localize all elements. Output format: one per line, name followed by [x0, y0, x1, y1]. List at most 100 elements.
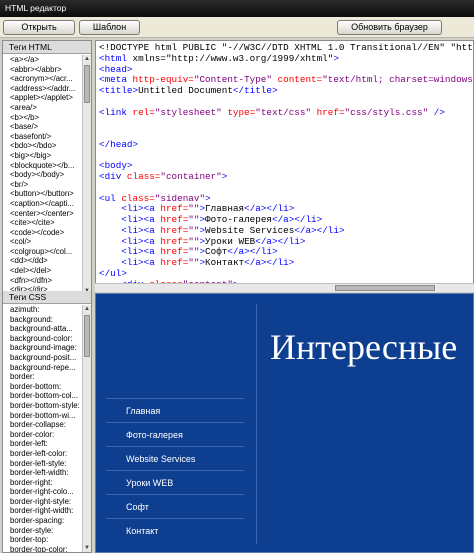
html-tag-item[interactable]: <bdo></bdo>: [10, 141, 82, 151]
css-tag-item[interactable]: border-bottom-col...: [10, 391, 82, 401]
html-tag-item[interactable]: <br/>: [10, 180, 82, 190]
code-text[interactable]: <!DOCTYPE html PUBLIC "-//W3C//DTD XHTML…: [99, 42, 473, 284]
html-tag-item[interactable]: <b></b>: [10, 113, 82, 123]
code-token: Website Services: [205, 224, 295, 236]
css-tag-item[interactable]: border-bottom:: [10, 382, 82, 392]
html-tag-item[interactable]: <body></body>: [10, 170, 82, 180]
html-tag-item[interactable]: <del></del>: [10, 266, 82, 276]
html-tags-list: <a></a> <abbr></abbr> <acronym></acr... <ad…: [3, 55, 82, 295]
css-tag-item[interactable]: border-spacing:: [10, 516, 82, 526]
scroll-thumb[interactable]: [84, 315, 90, 357]
css-tag-item[interactable]: border:: [10, 372, 82, 382]
html-tag-item[interactable]: <a></a>: [10, 55, 82, 65]
code-token: <div: [99, 171, 127, 182]
css-tags-scrollbar[interactable]: ▲ ▼: [82, 305, 91, 552]
code-token: </a></li>: [272, 214, 323, 225]
code-line: <title>Untitled Document</title>: [99, 85, 473, 97]
code-token: <li><a: [99, 203, 161, 215]
css-tag-item[interactable]: border-right-width:: [10, 506, 82, 516]
template-button[interactable]: Шаблон: [79, 20, 140, 35]
html-tag-item[interactable]: <base/>: [10, 122, 82, 132]
code-token: <title>: [99, 85, 139, 96]
code-token: </ul>: [99, 267, 127, 279]
scroll-up-icon[interactable]: ▲: [83, 305, 91, 313]
html-tag-item[interactable]: <dd></dd>: [10, 256, 82, 266]
css-tag-item[interactable]: background-repe...: [10, 363, 82, 373]
html-tag-item[interactable]: <big></big>: [10, 151, 82, 161]
css-tag-item[interactable]: border-collapse:: [10, 420, 82, 430]
code-editor[interactable]: <!DOCTYPE html PUBLIC "-//W3C//DTD XHTML…: [95, 40, 474, 285]
css-tag-item[interactable]: border-left-width:: [10, 468, 82, 478]
code-token: </a></li>: [294, 224, 345, 236]
scroll-thumb[interactable]: [84, 65, 90, 103]
preview-nav-link[interactable]: Фото-галерея: [106, 422, 244, 446]
css-tag-item[interactable]: border-top-color:: [10, 545, 82, 552]
code-token: rel=: [132, 106, 155, 118]
preview-nav-link[interactable]: Главная: [106, 398, 244, 422]
code-token: href=: [160, 203, 189, 215]
html-tag-item[interactable]: <code></code>: [10, 228, 82, 238]
scroll-up-icon[interactable]: ▲: [83, 55, 91, 63]
editor-horizontal-scrollbar[interactable]: [95, 283, 474, 292]
code-token: "text/css": [255, 106, 317, 118]
toolbar: Открыть Шаблон Обновить браузер: [0, 17, 474, 38]
css-tag-item[interactable]: border-bottom-style:: [10, 401, 82, 411]
code-token: "sidenav": [154, 192, 206, 204]
css-tag-item[interactable]: border-bottom-wi...: [10, 411, 82, 421]
css-tag-item[interactable]: background-color:: [10, 334, 82, 344]
html-tag-item[interactable]: <center></center>: [10, 209, 82, 219]
css-tag-item[interactable]: background:: [10, 315, 82, 325]
css-tag-item[interactable]: border-left:: [10, 439, 82, 449]
html-tag-item[interactable]: <dfn></dfn>: [10, 276, 82, 286]
scroll-down-icon[interactable]: ▼: [83, 544, 91, 552]
refresh-browser-button[interactable]: Обновить браузер: [337, 20, 442, 35]
code-token: >: [205, 192, 211, 204]
css-tag-item[interactable]: background-posit...: [10, 353, 82, 363]
css-tag-item[interactable]: border-left-color:: [10, 449, 82, 459]
html-tag-item[interactable]: <abbr></abbr>: [10, 65, 82, 75]
code-token: "": [188, 214, 200, 225]
open-button[interactable]: Открыть: [3, 20, 75, 35]
code-token: href=: [160, 214, 189, 225]
code-token: "Content-Type": [193, 74, 278, 86]
preview-nav-link[interactable]: Уроки WEB: [106, 470, 244, 494]
html-tag-item[interactable]: <address></addr...: [10, 84, 82, 94]
html-tags-scrollbar[interactable]: ▲ ▼: [82, 55, 91, 295]
css-tag-item[interactable]: background-image:: [10, 343, 82, 353]
preview-divider: [256, 304, 257, 544]
css-tag-item[interactable]: border-style:: [10, 526, 82, 536]
code-token: <li><a: [99, 224, 161, 236]
code-token: href=: [160, 257, 189, 268]
css-tag-item[interactable]: azimuth:: [10, 305, 82, 315]
preview-sidenav: Главная Фото-галерея Website Services Уроки…: [106, 398, 244, 542]
code-token: Untitled Document: [138, 85, 233, 96]
html-tag-item[interactable]: <caption></capti...: [10, 199, 82, 209]
css-tag-item[interactable]: border-top:: [10, 535, 82, 545]
code-token: </a></li>: [244, 257, 295, 268]
css-tag-item[interactable]: border-color:: [10, 430, 82, 440]
css-tag-item[interactable]: border-left-style:: [10, 459, 82, 469]
html-tag-item[interactable]: <col/>: [10, 237, 82, 247]
preview-nav-link[interactable]: Софт: [106, 494, 244, 518]
css-tag-item[interactable]: border-right:: [10, 478, 82, 488]
code-line: <link rel="stylesheet" type="text/css" h…: [99, 106, 473, 119]
html-tag-item[interactable]: <blockquote></b...: [10, 161, 82, 171]
html-tag-item[interactable]: <button></button>: [10, 189, 82, 199]
preview-nav-link[interactable]: Website Services: [106, 446, 244, 470]
html-tag-item[interactable]: <cite></cite>: [10, 218, 82, 228]
preview-nav-link[interactable]: Контакт: [106, 518, 244, 542]
html-tag-item[interactable]: <applet></applet>: [10, 93, 82, 103]
css-tag-item[interactable]: border-right-colo...: [10, 487, 82, 497]
css-tag-item[interactable]: background-atta...: [10, 324, 82, 334]
code-token: </a></li>: [244, 203, 295, 215]
css-tag-item[interactable]: border-right-style:: [10, 497, 82, 507]
html-tag-item[interactable]: <basefont/>: [10, 132, 82, 142]
html-tag-item[interactable]: <acronym></acr...: [10, 74, 82, 84]
code-token: "text/html; charset=windows-125: [322, 74, 473, 86]
code-token: Контакт: [205, 257, 245, 268]
code-token: "": [188, 224, 200, 236]
html-tag-item[interactable]: <colgroup></col...: [10, 247, 82, 257]
html-tag-item[interactable]: <area/>: [10, 103, 82, 113]
scroll-thumb[interactable]: [335, 285, 435, 291]
